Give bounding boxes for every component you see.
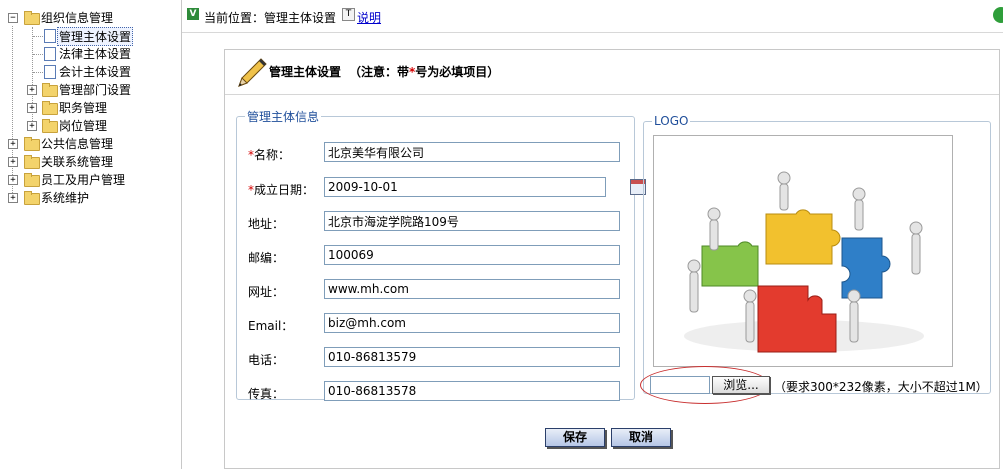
tree-item-accounting-entity[interactable]: 会计主体设置 <box>59 63 131 80</box>
folder-icon <box>42 101 58 115</box>
date-row: *成立日期： <box>248 177 648 199</box>
folder-icon <box>42 83 58 97</box>
phone-label: 电话： <box>248 353 285 367</box>
main-panel: 管理主体设置 （注意：带*号为必填项目） 管理主体信息 *名称： *成立日期： … <box>224 49 1000 469</box>
expand-icon[interactable]: + <box>8 193 18 203</box>
folder-icon <box>42 119 58 133</box>
address-label: 地址： <box>248 217 285 231</box>
folder-icon <box>24 155 40 169</box>
tree-connector <box>33 72 43 73</box>
expand-icon[interactable]: + <box>27 121 37 131</box>
zip-row: 邮编： <box>248 245 633 267</box>
fax-row: 传真： <box>248 381 633 403</box>
page-title: 管理主体设置 <box>269 65 342 79</box>
tree-item-departments[interactable]: 管理部门设置 <box>59 81 131 98</box>
tree-item-org-info[interactable]: 组织信息管理 <box>41 9 113 26</box>
tree-item-public-info[interactable]: 公共信息管理 <box>41 135 113 152</box>
required-note: （注意：带*号为必填项目） <box>349 65 500 79</box>
fax-input[interactable] <box>324 381 620 401</box>
email-label: Email： <box>248 319 294 333</box>
tree-item-users[interactable]: 员工及用户管理 <box>41 171 125 188</box>
logo-group: LOGO 浏览... （要求300*232像素，大小不超过1M） <box>640 114 991 404</box>
logo-hint: （要求300*232像素，大小不超过1M） <box>774 380 988 394</box>
zip-label: 邮编： <box>248 251 285 265</box>
status-icon[interactable] <box>993 7 1003 23</box>
tree-item-posts[interactable]: 岗位管理 <box>59 117 107 134</box>
name-row: *名称： <box>248 142 633 164</box>
group-legend: 管理主体信息 <box>247 110 320 124</box>
email-row: Email： <box>248 313 633 335</box>
save-button[interactable]: 保存 <box>545 428 605 447</box>
name-label: *名称： <box>248 148 291 162</box>
tree-connector <box>33 54 43 55</box>
form-header: 管理主体设置 （注意：带*号为必填项目） <box>225 50 999 95</box>
expand-icon[interactable]: + <box>8 139 18 149</box>
folder-icon <box>24 173 40 187</box>
zip-input[interactable] <box>324 245 620 265</box>
address-input[interactable] <box>324 211 620 231</box>
document-icon <box>44 65 56 79</box>
date-input[interactable] <box>324 177 606 197</box>
fax-label: 传真： <box>248 387 285 401</box>
tree-item-system-maintenance[interactable]: 系统维护 <box>41 189 89 206</box>
tree-connector <box>33 36 43 37</box>
tree-connector <box>32 27 33 129</box>
pencil-icon <box>238 58 267 87</box>
phone-row: 电话： <box>248 347 633 369</box>
logo-image <box>653 135 953 367</box>
help-icon[interactable]: T <box>342 8 355 21</box>
document-icon <box>44 29 56 43</box>
website-row: 网址： <box>248 279 633 301</box>
entity-info-group: 管理主体信息 *名称： *成立日期： 地址： 邮编： 网址： Email： 电话… <box>236 108 646 403</box>
website-input[interactable] <box>324 279 620 299</box>
expand-icon[interactable]: + <box>27 85 37 95</box>
name-input[interactable] <box>324 142 620 162</box>
folder-icon <box>24 137 40 151</box>
email-input[interactable] <box>324 313 620 333</box>
folder-open-icon <box>24 11 40 25</box>
browse-button[interactable]: 浏览... <box>712 376 770 394</box>
expand-icon[interactable]: + <box>8 157 18 167</box>
tree-item-positions[interactable]: 职务管理 <box>59 99 107 116</box>
phone-input[interactable] <box>324 347 620 367</box>
cancel-button[interactable]: 取消 <box>611 428 671 447</box>
tree-item-legal-entity[interactable]: 法律主体设置 <box>59 45 131 62</box>
document-icon <box>44 47 56 61</box>
logo-legend: LOGO <box>654 114 689 128</box>
breadcrumb: 当前位置：管理主体设置 <box>204 11 337 25</box>
website-label: 网址： <box>248 285 285 299</box>
collapse-icon[interactable]: − <box>8 13 18 23</box>
folder-icon <box>24 191 40 205</box>
location-icon: V <box>187 8 199 20</box>
expand-icon[interactable]: + <box>27 103 37 113</box>
tree-item-related-systems[interactable]: 关联系统管理 <box>41 153 113 170</box>
location-bar: V 当前位置：管理主体设置 T 说明 <box>182 0 1003 33</box>
tree-item-mgmt-entity[interactable]: 管理主体设置 <box>57 27 134 46</box>
nav-tree: − 组织信息管理 管理主体设置 法律主体设置 会计主体设置 + 管理部门设置 +… <box>0 0 182 469</box>
help-link[interactable]: 说明 <box>357 9 381 26</box>
expand-icon[interactable]: + <box>8 175 18 185</box>
date-label: *成立日期： <box>248 183 315 197</box>
address-row: 地址： <box>248 211 633 233</box>
